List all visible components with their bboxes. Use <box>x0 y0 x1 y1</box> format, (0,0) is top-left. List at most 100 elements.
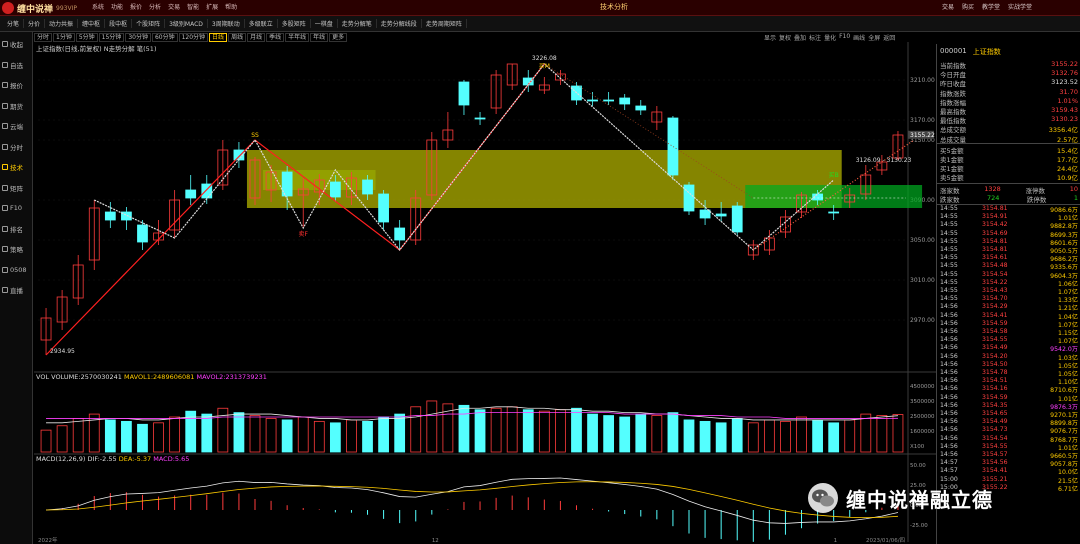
chart-tool-button[interactable]: 画线 <box>853 33 865 42</box>
clock-icon <box>2 143 8 150</box>
tick-volume: 9057.8万 <box>1050 461 1078 469</box>
sidebar-item-rank[interactable]: 排名 <box>2 221 32 237</box>
tick-price: 3154.49 <box>982 344 1008 352</box>
sidebar-item-quote[interactable]: 报价 <box>2 77 32 93</box>
tick-row: 14:56 3154.57 9660.5万 <box>940 451 1078 460</box>
sidebar-item-matrix[interactable]: 矩阵 <box>2 180 32 196</box>
period-tab[interactable]: 1分钟 <box>53 33 75 42</box>
period-tab[interactable]: 周线 <box>228 33 247 42</box>
stock-code: 000001 <box>940 47 967 55</box>
top-menu-item[interactable]: 帮助 <box>225 2 237 11</box>
tick-time: 14:56 <box>940 426 958 434</box>
sidebar-item-kline[interactable]: 技术 <box>2 159 32 175</box>
top-menu-item[interactable]: 报价 <box>130 2 142 11</box>
top-menu-item[interactable]: 智能 <box>187 2 199 11</box>
mavol2-line <box>46 412 898 419</box>
toolbar-button[interactable]: 多级联立 <box>245 19 278 28</box>
period-tab[interactable]: 月线 <box>247 33 266 42</box>
chart-tool-button[interactable]: 返回 <box>883 33 895 42</box>
money-label: 卖1金额 <box>940 156 964 164</box>
toolbar-button[interactable]: 走势周期矩阵 <box>422 19 467 28</box>
macd-tick-label: -25.00 <box>910 523 928 529</box>
tick-row: 14:56 3154.51 1.10亿 <box>940 377 1078 386</box>
toolbar-button[interactable]: 多股矩阵 <box>278 19 311 28</box>
tick-row: 14:56 3154.41 1.04亿 <box>940 312 1078 321</box>
tick-price: 3154.16 <box>982 385 1008 393</box>
volume-bar <box>281 419 293 453</box>
vol-tick-label: 4500000 <box>910 384 935 390</box>
tick-volume: 9686.2万 <box>1050 256 1078 264</box>
toolbar-button[interactable]: 走势分解笔 <box>338 19 377 28</box>
star-icon <box>2 61 8 68</box>
volume-bar <box>780 420 791 453</box>
toolbar-button[interactable]: 段中枢 <box>105 19 133 28</box>
sidebar-item-collapse[interactable]: 收起 <box>2 36 32 52</box>
period-tab[interactable]: 分时 <box>34 33 53 42</box>
title-right-item[interactable]: 交易 <box>942 2 954 11</box>
chart-tool-button[interactable]: 叠加 <box>794 33 806 42</box>
volume-bar <box>72 418 84 453</box>
toolbar-button[interactable]: 分笔 <box>3 19 25 28</box>
sidebar-item-f10[interactable]: F10 <box>2 200 32 216</box>
tick-row: 14:56 3154.59 1.01亿 <box>940 394 1078 403</box>
dea-line <box>46 481 898 518</box>
title-right-item[interactable]: 教学堂 <box>982 2 1000 11</box>
chart-tool-button[interactable]: 全屏 <box>868 33 880 42</box>
kline-chart[interactable]: 3210.003170.003150.003090.003050.003010.… <box>34 42 936 544</box>
chart-tool-button[interactable]: 显示 <box>764 33 776 42</box>
sidebar-item-star[interactable]: 自选 <box>2 57 32 73</box>
sidebar-item-futures[interactable]: 期货 <box>2 98 32 114</box>
toolbar-button[interactable]: 个股矩阵 <box>132 19 166 28</box>
toolbar-button[interactable]: 走势分解线段 <box>377 19 422 28</box>
tick-volume: 1.01亿 <box>1058 444 1078 452</box>
period-tab[interactable]: 更多 <box>329 33 348 42</box>
chart-tool-button[interactable]: 标注 <box>809 33 821 42</box>
chart-tool-button[interactable]: F10 <box>839 33 850 42</box>
top-menu-item[interactable]: 交易 <box>168 2 180 11</box>
period-tab[interactable]: 30分钟 <box>125 33 151 42</box>
sidebar-item-label: 云端 <box>10 123 23 131</box>
period-tab[interactable]: 120分钟 <box>178 33 209 42</box>
sidebar-item-strategy[interactable]: 策略 <box>2 241 32 257</box>
mark-ss: SS <box>251 132 259 139</box>
quote-label: 昨日收盘 <box>940 80 966 89</box>
sidebar-item-clock[interactable]: 分时 <box>2 139 32 155</box>
tick-time: 14:56 <box>940 303 958 311</box>
toolbar-button[interactable]: 3周期联动 <box>208 19 245 28</box>
title-right-item[interactable]: 实战学堂 <box>1008 2 1032 11</box>
candle-body <box>458 81 470 106</box>
volume-bar <box>506 406 518 453</box>
sidebar-item-cloud[interactable]: 云端 <box>2 118 32 134</box>
period-tab[interactable]: 年线 <box>310 33 329 42</box>
sidebar-item-code[interactable]: 0508 <box>2 262 32 278</box>
chart-tool-button[interactable]: 复权 <box>779 33 791 42</box>
top-menu-item[interactable]: 系统 <box>92 2 104 11</box>
top-menu-item[interactable]: 分析 <box>149 2 161 11</box>
toolbar-button[interactable]: 缠中枢 <box>78 19 106 28</box>
toolbar-button[interactable]: 动力共振 <box>45 19 79 28</box>
tick-time: 14:55 <box>940 229 958 237</box>
period-tab[interactable]: 60分钟 <box>151 33 178 42</box>
period-tab[interactable]: 半年线 <box>285 33 310 42</box>
top-menu-item[interactable]: 功能 <box>111 2 123 11</box>
money-row: 卖5金额 10.9亿 <box>940 172 1078 182</box>
sidebar-item-live[interactable]: 直播 <box>2 282 32 298</box>
toolbar-button[interactable]: 3级别MACD <box>165 19 208 28</box>
price-tick-label: 3210.00 <box>910 77 935 84</box>
period-tab[interactable]: 季线 <box>266 33 285 42</box>
toolbar-button[interactable]: 分价 <box>24 19 46 28</box>
period-tab[interactable]: 15分钟 <box>98 33 125 42</box>
sidebar-item-label: 分时 <box>10 143 23 152</box>
tick-volume: 9335.6万 <box>1050 264 1078 272</box>
quote-label: 总成交额 <box>940 126 966 135</box>
period-tab[interactable]: 日线 <box>209 33 228 42</box>
period-tab[interactable]: 5分钟 <box>75 33 98 42</box>
tick-row: 14:56 3154.49 8899.8万 <box>940 418 1078 427</box>
title-right-item[interactable]: 购买 <box>962 2 974 11</box>
dif-line <box>46 477 899 524</box>
tick-row: 14:56 3154.54 8768.7万 <box>940 435 1078 444</box>
chart-tool-button[interactable]: 量化 <box>824 33 836 42</box>
tick-volume: 9876.3万 <box>1050 403 1078 411</box>
toolbar-button[interactable]: 一棋盘 <box>311 19 338 28</box>
top-menu-item[interactable]: 扩展 <box>206 2 218 11</box>
